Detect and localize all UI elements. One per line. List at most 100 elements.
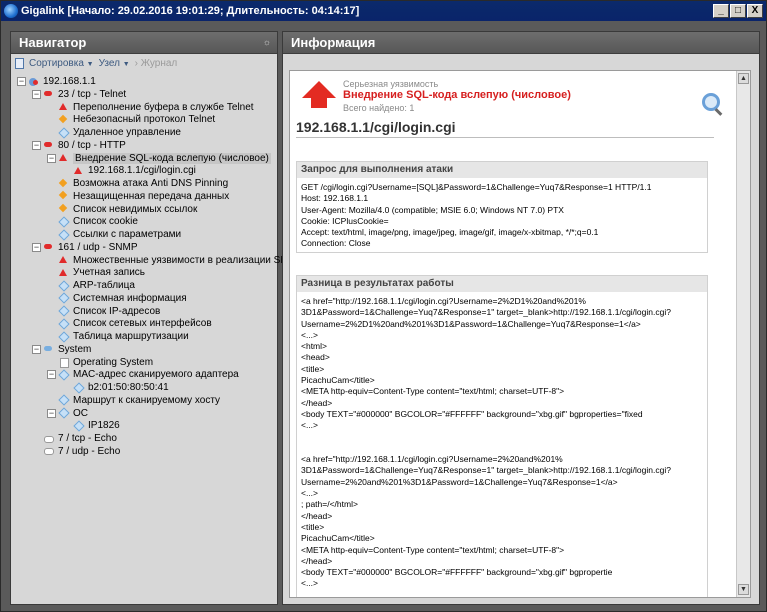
request-section: Запрос для выполнения атаки GET /cgi/log… (296, 161, 708, 253)
tree-node[interactable]: − ОС (47, 407, 88, 420)
high-severity-icon (58, 255, 69, 265)
tree-node[interactable]: Учетная запись (47, 266, 145, 279)
tree-node[interactable]: − System (32, 343, 91, 356)
port-red-icon (43, 242, 54, 252)
node-dropdown[interactable]: Узел ▼ (99, 58, 130, 69)
tree-node[interactable]: Множественные уязвимости в реализации SN… (47, 254, 303, 267)
request-body: GET /cgi/login.cgi?Username=[SQL]&Passwo… (301, 182, 652, 249)
diff-body: <a href="http://192.168.1.1/cgi/login.cg… (301, 296, 671, 589)
navigator-toolbar: Сортировка ▼ Узел ▼ › Журнал (11, 54, 277, 72)
tree-node-label: 192.168.1.1 (43, 76, 96, 87)
target-url: 192.168.1.1/cgi/login.cgi (296, 119, 456, 135)
info-icon (58, 408, 69, 418)
tree-node-label: ОС (73, 407, 88, 419)
tree-node-label: Operating System (73, 356, 154, 368)
journal-button[interactable]: › Журнал (135, 58, 178, 69)
scroll-up-icon[interactable]: ▲ (738, 73, 749, 84)
tree-node[interactable]: Удаленное управление (47, 126, 181, 139)
tree-node[interactable]: Незащищенная передача данных (47, 190, 229, 203)
tree-node-label: b2:01:50:80:50:41 (88, 382, 169, 393)
tree-node[interactable]: − 80 / tcp - HTTP (32, 139, 126, 152)
tree-node-label: Удаленное управление (73, 127, 181, 138)
high-severity-icon (58, 102, 69, 112)
host-icon (28, 77, 39, 87)
tree-node[interactable]: 7 / udp - Echo (32, 445, 120, 458)
tree-node[interactable]: − MAC-адрес сканируемого адаптера (47, 368, 239, 381)
collapse-icon[interactable]: − (47, 370, 56, 380)
tree-node[interactable]: − 23 / tcp - Telnet (32, 88, 126, 101)
window-title: Gigalink [Начало: 29.02.2016 19:01:29; Д… (21, 5, 360, 17)
tree-node-label: Список cookie (73, 216, 138, 228)
info-icon (58, 332, 69, 342)
tree-node[interactable]: Маршрут к сканируемому хосту (47, 394, 220, 407)
sort-label: Сортировка (29, 57, 84, 69)
info-icon (58, 293, 69, 303)
tree-node[interactable]: Ссылки с параметрами (47, 228, 181, 241)
search-icon[interactable] (702, 93, 720, 111)
tree-node-label: IP1826 (88, 420, 120, 432)
page-icon (58, 357, 69, 368)
tree-node[interactable]: Список невидимых ссылок (47, 203, 197, 216)
tree-node[interactable]: b2:01:50:80:50:41 (62, 381, 169, 394)
divider (296, 137, 714, 138)
tree-node[interactable]: Operating System (47, 356, 153, 369)
tree-node[interactable]: − 161 / udp - SNMP (32, 241, 137, 254)
tree-node-label: Список IP-адресов (73, 305, 161, 317)
medium-severity-icon (58, 179, 69, 189)
tree-node-label: 161 / udp - SNMP (58, 241, 138, 253)
tree-node[interactable]: − 192.168.1.1 (17, 75, 96, 88)
pin-icon[interactable]: ☼ (263, 37, 271, 47)
info-title: Информация (291, 35, 376, 50)
tree-node[interactable]: Список сетевых интерфейсов (47, 317, 212, 330)
found-count: Всего найдено: 1 (343, 103, 415, 113)
tree-node-label: MAC-адрес сканируемого адаптера (73, 369, 239, 381)
tree-node-label: 80 / tcp - HTTP (58, 139, 126, 151)
tree-node[interactable]: − Внедрение SQL-кода вслепую (числовое) (47, 152, 271, 165)
tree-node[interactable]: ARP-таблица (47, 279, 135, 292)
tree-node[interactable]: IP1826 (62, 419, 120, 432)
navigator-panel: Навигатор ☼ Сортировка ▼ Узел ▼ › Журнал… (10, 31, 303, 605)
diff-section: Разница в результатах работы <a href="ht… (296, 275, 708, 597)
port-white-icon (43, 434, 54, 444)
tree-node[interactable]: Таблица маршрутизации (47, 330, 189, 343)
tree-node[interactable]: 7 / tcp - Echo (32, 432, 117, 445)
tree-node[interactable]: Переполнение буфера в службе Telnet (47, 101, 254, 114)
collapse-icon[interactable]: − (32, 344, 41, 354)
collapse-icon[interactable]: − (17, 77, 26, 86)
collapse-icon[interactable]: − (32, 242, 41, 252)
tree-node[interactable]: Небезопасный протокол Telnet (47, 113, 215, 126)
tree-node-label: Внедрение SQL-кода вслепую (числовое) (73, 152, 271, 164)
high-severity-icon (58, 268, 69, 278)
collapse-icon[interactable]: − (47, 408, 56, 418)
medium-severity-icon (58, 191, 69, 201)
tree-node-label: 7 / tcp - Echo (58, 433, 117, 444)
title-bar: Gigalink [Начало: 29.02.2016 19:01:29; Д… (1, 1, 766, 21)
sort-dropdown[interactable]: Сортировка ▼ (29, 58, 94, 69)
vertical-scrollbar[interactable]: ▲ ▼ (736, 71, 750, 597)
maximize-button[interactable]: □ (730, 4, 746, 18)
info-content: Серьезная уязвимость Внедрение SQL-кода … (289, 70, 751, 598)
close-button[interactable]: X (747, 4, 763, 18)
app-window: Gigalink [Начало: 29.02.2016 19:01:29; Д… (0, 0, 767, 612)
tree-node[interactable]: Список IP-адресов (47, 305, 160, 318)
medium-severity-icon (58, 204, 69, 214)
collapse-icon[interactable]: − (32, 140, 41, 150)
info-icon (73, 421, 84, 431)
tree-node-label: Небезопасный протокол Telnet (73, 114, 216, 126)
tree-node[interactable]: Список cookie (47, 215, 138, 228)
collapse-icon[interactable]: − (32, 89, 41, 99)
collapse-icon[interactable]: − (47, 153, 56, 163)
tree-node-label: Переполнение буфера в службе Telnet (73, 101, 254, 113)
chevron-down-icon: ▼ (122, 60, 130, 68)
minimize-button[interactable]: _ (713, 4, 729, 18)
tree-node[interactable]: Возможна атака Anti DNS Pinning (47, 177, 228, 190)
tree-view-icon[interactable] (15, 57, 24, 69)
tree-node-label: System (58, 343, 92, 355)
high-severity-icon (73, 166, 84, 176)
diff-title: Разница в результатах работы (297, 276, 707, 292)
app-logo-icon (4, 4, 18, 18)
tree-node-label: Список невидимых ссылок (73, 203, 198, 215)
tree-node[interactable]: 192.168.1.1/cgi/login.cgi (62, 164, 196, 177)
tree-node[interactable]: Системная информация (47, 292, 187, 305)
scroll-down-icon[interactable]: ▼ (738, 584, 749, 595)
